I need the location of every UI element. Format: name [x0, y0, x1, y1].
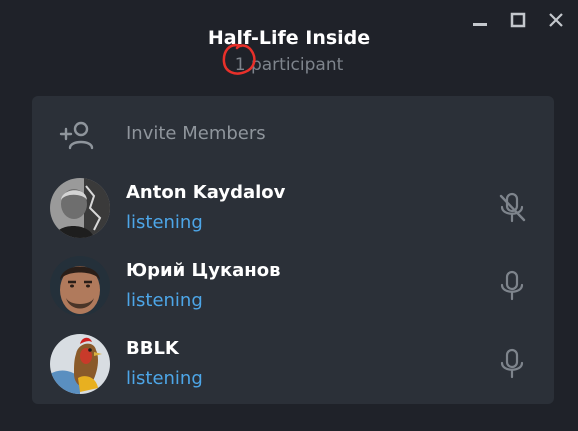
participant-name: BBLK: [126, 338, 179, 359]
call-header: Half-Life Inside 1 participant: [0, 22, 578, 76]
participant-count: 1 participant: [222, 43, 343, 76]
add-user-icon: [59, 121, 94, 150]
invite-members-button[interactable]: Invite Members: [32, 96, 554, 172]
red-circle-annotation: [222, 43, 256, 75]
avatar: [50, 178, 110, 238]
participant-name: Юрий Цуканов: [126, 260, 281, 281]
avatar-photo: [50, 178, 110, 238]
avatar: [50, 334, 110, 394]
call-title: Half-Life Inside: [207, 27, 371, 49]
participants-panel: Invite Members Anton Kaydalov listening: [32, 96, 554, 404]
avatar: [50, 256, 110, 316]
mic-icon[interactable]: [494, 346, 530, 382]
invite-members-label: Invite Members: [126, 123, 266, 144]
participant-row[interactable]: BBLK listening: [32, 326, 554, 404]
mic-icon[interactable]: [494, 268, 530, 304]
avatar-photo: [50, 256, 110, 316]
participant-status: listening: [126, 290, 203, 311]
avatar-photo: [50, 334, 110, 394]
participant-row[interactable]: Anton Kaydalov listening: [32, 170, 554, 248]
participant-name: Anton Kaydalov: [126, 182, 286, 203]
mic-muted-icon[interactable]: [494, 190, 530, 226]
participant-status: listening: [126, 368, 203, 389]
participant-status: listening: [126, 212, 203, 233]
participant-row[interactable]: Юрий Цуканов listening: [32, 248, 554, 326]
